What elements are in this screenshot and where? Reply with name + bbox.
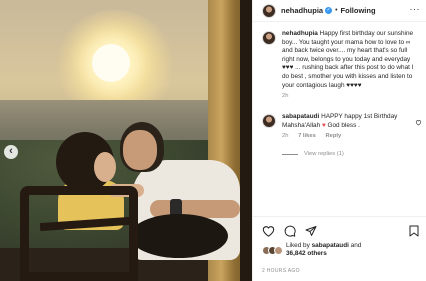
likes-prefix: Liked by — [286, 242, 312, 249]
comment-text: sabapataudi HAPPY happy 1st Birthday Mah… — [282, 113, 418, 130]
caption-meta: 2h — [282, 93, 418, 99]
more-options-icon[interactable]: ··· — [410, 4, 421, 16]
verified-badge-icon: ✓ — [325, 7, 333, 14]
comment: sabapataudi HAPPY happy 1st Birthday Mah… — [262, 113, 422, 139]
carousel-prev-button[interactable]: ‹ — [4, 145, 18, 159]
red-heart-emoji-icon: ♥ — [321, 121, 326, 129]
baby-face — [94, 152, 116, 182]
avatar[interactable] — [262, 114, 276, 129]
post-header: nehadhupia ✓ • Following ··· — [253, 0, 426, 22]
bookmark-icon[interactable] — [409, 225, 419, 237]
likes-and: and — [348, 242, 362, 249]
comments-list: nehadhupia Happy first birthday our suns… — [253, 22, 426, 157]
likes-text: Liked by sabapataudi and 36,842 others — [286, 242, 361, 258]
caption-body: nehadhupia Happy first birthday our suns… — [282, 30, 418, 99]
woman-face — [123, 130, 157, 170]
liker-avatars — [262, 245, 283, 255]
paper-plane-icon[interactable] — [305, 225, 317, 237]
curtain-shadow — [240, 0, 252, 281]
caption-time: 2h — [282, 93, 289, 100]
comment-meta: 2h 7 likes Reply — [282, 133, 418, 139]
comment-body: sabapataudi HAPPY happy 1st Birthday Mah… — [282, 113, 418, 139]
replies-divider — [282, 153, 298, 155]
following-button[interactable]: Following — [341, 6, 376, 15]
reply-button[interactable]: Reply — [325, 133, 341, 139]
comment-likes[interactable]: 7 likes — [298, 133, 316, 139]
caption-text: nehadhupia Happy first birthday our suns… — [282, 30, 418, 90]
comment-like-icon[interactable] — [415, 119, 422, 128]
likes-count[interactable]: 36,842 others — [286, 250, 327, 257]
header-separator: • — [335, 7, 338, 14]
comment-content-end: God bless . — [327, 121, 360, 129]
caption: nehadhupia Happy first birthday our suns… — [262, 30, 418, 99]
avatar — [274, 245, 283, 255]
post-sidebar: nehadhupia ✓ • Following ··· nehadhupia … — [252, 0, 426, 281]
avatar[interactable] — [262, 31, 276, 45]
comment-icon[interactable] — [284, 225, 296, 237]
author-username[interactable]: nehadhupia — [281, 6, 323, 15]
action-bar — [253, 216, 426, 238]
post-timestamp[interactable]: 2 HOURS AGO — [262, 268, 300, 274]
comment-username[interactable]: sabapataudi — [282, 113, 319, 120]
liker-username[interactable]: sabapataudi — [312, 242, 349, 249]
caption-username[interactable]: nehadhupia — [282, 30, 318, 37]
sun — [92, 44, 130, 82]
table — [130, 214, 228, 258]
view-replies-button[interactable]: View replies (1) — [282, 151, 418, 157]
high-chair — [20, 186, 138, 281]
likes-summary: Liked by sabapataudi and 36,842 others — [262, 242, 361, 258]
post-photo[interactable]: ‹ — [0, 0, 252, 281]
caption-content: Happy first birthday our sunshine boy...… — [282, 30, 414, 89]
comment-time: 2h — [282, 133, 289, 140]
heart-outline-icon[interactable] — [262, 225, 275, 237]
avatar[interactable] — [262, 3, 276, 18]
view-replies-label: View replies (1) — [304, 151, 344, 158]
